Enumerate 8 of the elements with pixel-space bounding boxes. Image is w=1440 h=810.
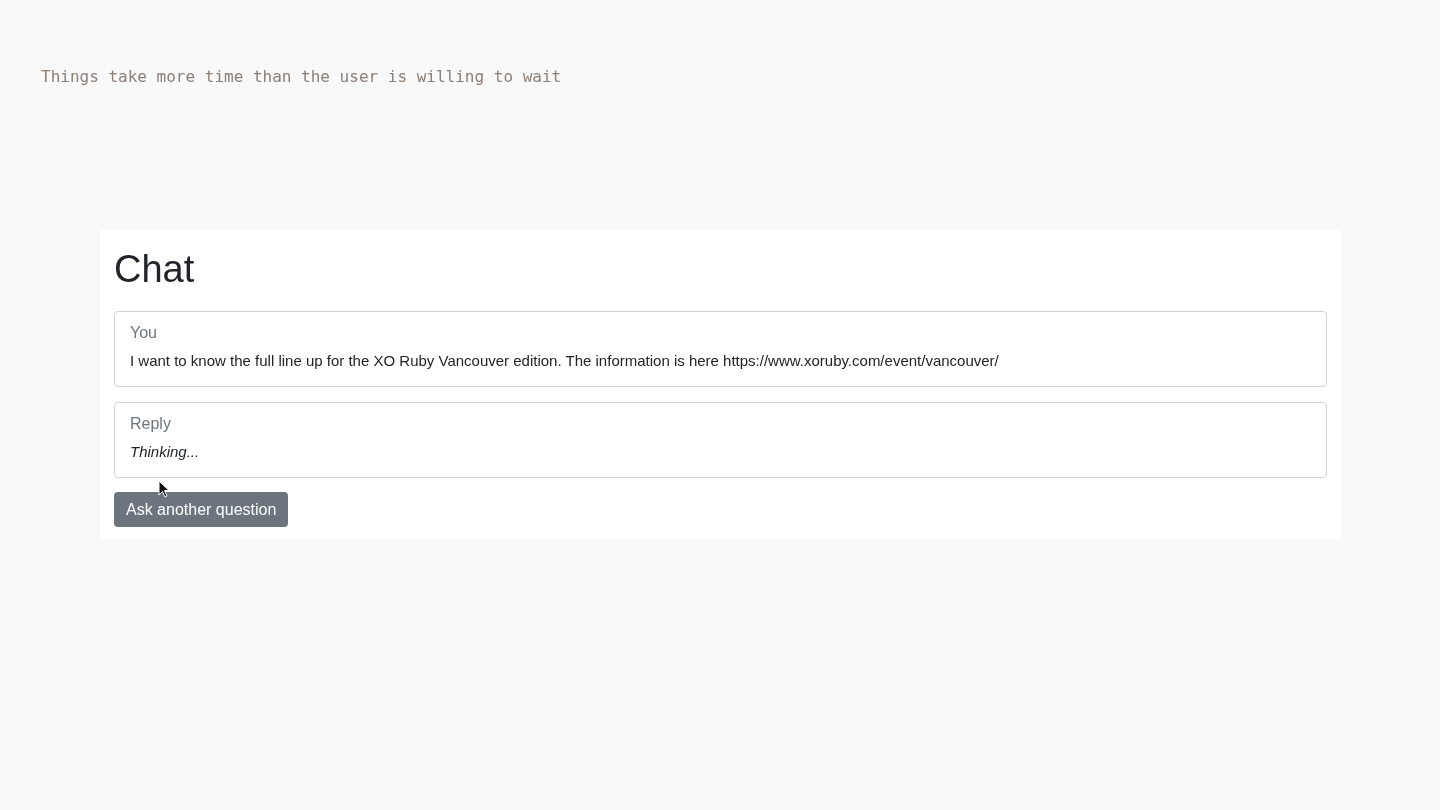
ask-another-question-button[interactable]: Ask another question — [114, 492, 289, 527]
message-text: I want to know the full line up for the XO Ruby Vancouver edition. The information is here https://www.xoruby.com/event/vancouver/ — [130, 351, 1000, 371]
message-label: Reply — [130, 414, 172, 434]
message-label: You — [130, 323, 158, 343]
mouse-pointer-icon — [158, 480, 170, 498]
message-text: Thinking... — [130, 442, 201, 462]
chat-title: Chat — [114, 248, 196, 290]
caption-text: Things take more time than the user is willing to wait — [40, 66, 563, 87]
